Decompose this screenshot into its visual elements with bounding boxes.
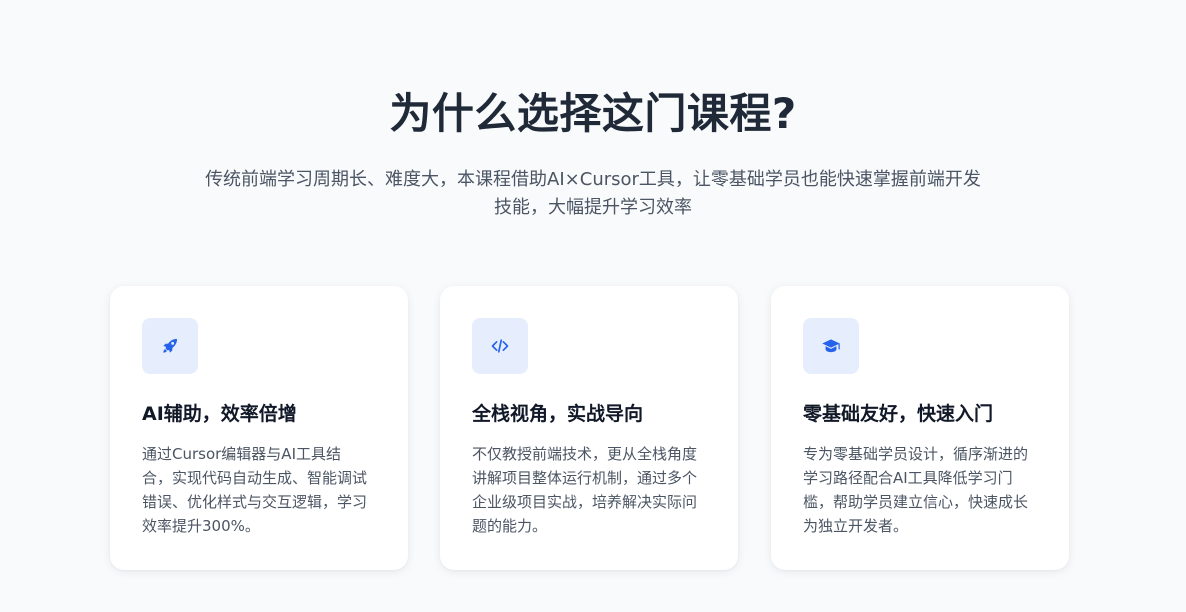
feature-icon-box [472,318,528,374]
feature-card-ai: AI辅助，效率倍增 通过Cursor编辑器与AI工具结合，实现代码自动生成、智能… [110,286,408,570]
graduation-cap-icon [821,336,841,356]
feature-card-fullstack: 全栈视角，实战导向 不仅教授前端技术，更从全栈角度讲解项目整体运行机制，通过多个… [440,286,738,570]
feature-icon-box [803,318,859,374]
feature-icon-box [142,318,198,374]
section-subtitle: 传统前端学习周期长、难度大，本课程借助AI×Cursor工具，让零基础学员也能快… [205,169,981,218]
feature-card-title: 零基础友好，快速入门 [803,403,994,425]
feature-card-description: 不仅教授前端技术，更从全栈角度讲解项目整体运行机制，通过多个企业级项目实战，培养… [472,445,698,535]
feature-card-beginner: 零基础友好，快速入门 专为零基础学员设计，循序渐进的学习路径配合AI工具降低学习… [771,286,1069,570]
code-icon [490,336,510,356]
feature-card-title: AI辅助，效率倍增 [142,403,297,425]
feature-card-description: 通过Cursor编辑器与AI工具结合，实现代码自动生成、智能调试错误、优化样式与… [142,445,368,535]
feature-card-description: 专为零基础学员设计，循序渐进的学习路径配合AI工具降低学习门槛，帮助学员建立信心… [803,445,1029,535]
rocket-icon [160,336,180,356]
section-title: 为什么选择这门课程? [389,89,797,138]
feature-card-title: 全栈视角，实战导向 [472,403,644,425]
why-choose-section: 为什么选择这门课程? 传统前端学习周期长、难度大，本课程借助AI×Cursor工… [0,0,1186,612]
